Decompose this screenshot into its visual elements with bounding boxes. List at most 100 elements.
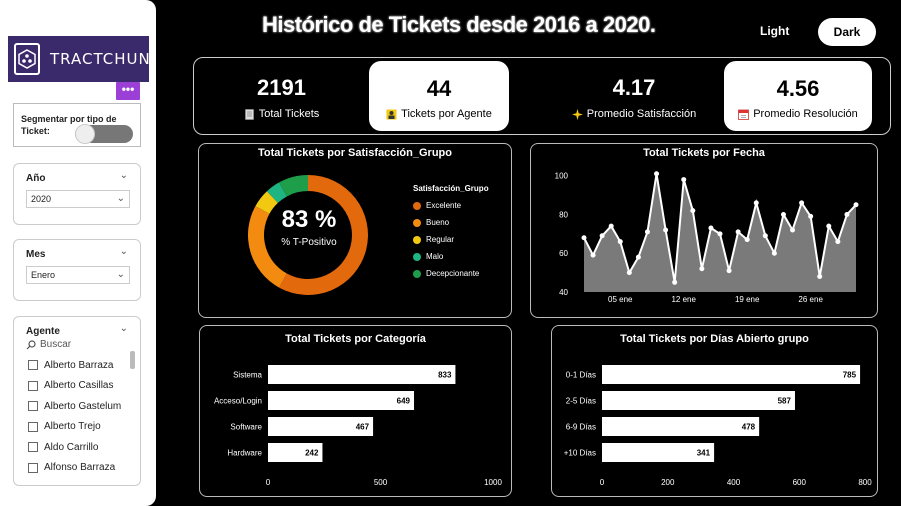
agent-search[interactable]: Buscar	[26, 339, 71, 350]
bar[interactable]	[268, 391, 415, 410]
category-label: Sistema	[233, 371, 262, 380]
data-point[interactable]	[817, 273, 823, 279]
checkbox[interactable]	[28, 360, 38, 371]
agent-list-scrollbar[interactable]	[130, 351, 135, 369]
data-point[interactable]	[744, 237, 750, 243]
bar[interactable]	[602, 417, 760, 436]
tickets-by-date-chart: 40 60 80 100 05 ene 12 ene 19 ene 26 ene	[555, 171, 859, 304]
data-point[interactable]	[853, 202, 859, 208]
agent-name: Alberto Trejo	[44, 421, 101, 433]
theme-dark-button[interactable]: Dark	[818, 18, 876, 46]
year-select-value: 2020	[31, 194, 52, 204]
data-point[interactable]	[790, 227, 796, 233]
more-options-button[interactable]: •••	[116, 82, 140, 100]
kpi-value: 2191	[257, 75, 306, 100]
data-point[interactable]	[808, 213, 814, 219]
data-point[interactable]	[581, 235, 587, 241]
data-point[interactable]	[681, 177, 687, 183]
data-point[interactable]	[617, 239, 623, 245]
legend-label: Malo	[426, 252, 444, 261]
list-item[interactable]: Alberto Gastelum	[28, 396, 121, 417]
data-point[interactable]	[599, 233, 605, 239]
bar-value-label: 341	[697, 449, 711, 458]
legend-item[interactable]: Malo	[413, 248, 489, 265]
checkbox[interactable]	[28, 462, 38, 473]
theme-light-button[interactable]: Light	[760, 24, 789, 38]
category-label: 0-1 Días	[566, 371, 596, 380]
chevron-down-icon[interactable]: ⌄	[120, 170, 128, 181]
bar[interactable]	[602, 391, 795, 410]
legend-dot	[413, 235, 421, 244]
list-item[interactable]: Alfonso Barraza	[28, 458, 121, 479]
checkbox[interactable]	[28, 421, 38, 432]
legend-item[interactable]: Bueno	[413, 214, 489, 231]
data-point[interactable]	[635, 254, 641, 260]
legend-item[interactable]: Regular	[413, 231, 489, 248]
data-point[interactable]	[771, 250, 777, 256]
data-point[interactable]	[717, 231, 723, 237]
x-tick-label: 200	[661, 478, 675, 487]
month-filter: Mes ⌄ Enero ⌄	[13, 239, 141, 301]
agent-search-placeholder: Buscar	[40, 339, 72, 350]
data-point[interactable]	[780, 211, 786, 217]
agent-name: Alberto Barraza	[44, 359, 114, 371]
bar-value-label: 242	[305, 449, 319, 458]
chevron-down-icon[interactable]: ⌄	[120, 246, 128, 257]
legend-dot	[413, 201, 421, 210]
legend-item[interactable]: Decepcionante	[413, 265, 489, 282]
data-point[interactable]	[726, 268, 732, 274]
data-point[interactable]	[753, 200, 759, 206]
data-point[interactable]	[699, 266, 705, 272]
bar-value-label: 587	[778, 397, 792, 406]
year-filter: Año ⌄ 2020 ⌄	[13, 163, 141, 225]
legend-item[interactable]: Excelente	[413, 197, 489, 214]
bar-value-label: 478	[742, 423, 756, 432]
x-tick-label: 05 ene	[608, 295, 633, 304]
checkbox[interactable]	[28, 442, 38, 453]
data-point[interactable]	[690, 208, 696, 214]
bar[interactable]	[268, 365, 456, 384]
data-point[interactable]	[644, 229, 650, 235]
legend-dot	[413, 218, 421, 227]
data-point[interactable]	[826, 223, 832, 229]
month-filter-title: Mes	[26, 249, 46, 260]
bar[interactable]	[602, 365, 861, 384]
agent-name: Alberto Casillas	[44, 380, 114, 392]
year-select[interactable]: 2020 ⌄	[26, 190, 130, 208]
days-open-bar-chart: 0-1 Días 785 2-5 Días 587 6-9 Días 478 +10 Día…	[564, 365, 872, 487]
data-point[interactable]	[835, 239, 841, 245]
category-panel: Total Tickets por Categoría Sistema 833 Ac…	[199, 325, 512, 497]
y-tick-label: 100	[555, 172, 569, 181]
legend-dot	[413, 269, 421, 278]
data-point[interactable]	[654, 171, 660, 177]
donut-center-value: 83 %	[281, 206, 337, 233]
data-point[interactable]	[590, 252, 596, 258]
checkbox[interactable]	[28, 380, 38, 391]
data-point[interactable]	[762, 233, 768, 239]
month-select[interactable]: Enero ⌄	[26, 266, 130, 284]
list-item[interactable]: Aldo Carrillo	[28, 437, 121, 458]
legend-label: Bueno	[426, 218, 450, 227]
data-point[interactable]	[608, 223, 614, 229]
data-point[interactable]	[663, 227, 669, 233]
sidebar: TRACTCHUN ••• Segmentar por tipo de Tick…	[0, 0, 156, 506]
kpi-label: Total Tickets	[258, 108, 320, 120]
data-point[interactable]	[708, 225, 714, 231]
checkbox[interactable]	[28, 401, 38, 412]
list-item[interactable]: Alberto Trejo	[28, 417, 121, 438]
data-point[interactable]	[626, 270, 632, 276]
data-point[interactable]	[735, 229, 741, 235]
chevron-down-icon[interactable]: ⌄	[120, 323, 128, 334]
toggle-knob[interactable]	[75, 124, 95, 144]
page-title: Histórico de Tickets desde 2016 a 2020.	[262, 12, 656, 37]
days-open-panel: Total Tickets por Días Abierto grupo 0-1…	[551, 325, 878, 497]
ticket-type-toggle[interactable]	[75, 124, 133, 144]
list-item[interactable]: Alberto Barraza	[28, 355, 121, 376]
data-point[interactable]	[672, 279, 678, 285]
data-point[interactable]	[799, 200, 805, 206]
category-label: 2-5 Días	[566, 397, 596, 406]
agent-name: Alberto Gastelum	[44, 400, 122, 412]
chevron-down-icon: ⌄	[116, 269, 125, 280]
list-item[interactable]: Alberto Casillas	[28, 376, 121, 397]
data-point[interactable]	[844, 211, 850, 217]
